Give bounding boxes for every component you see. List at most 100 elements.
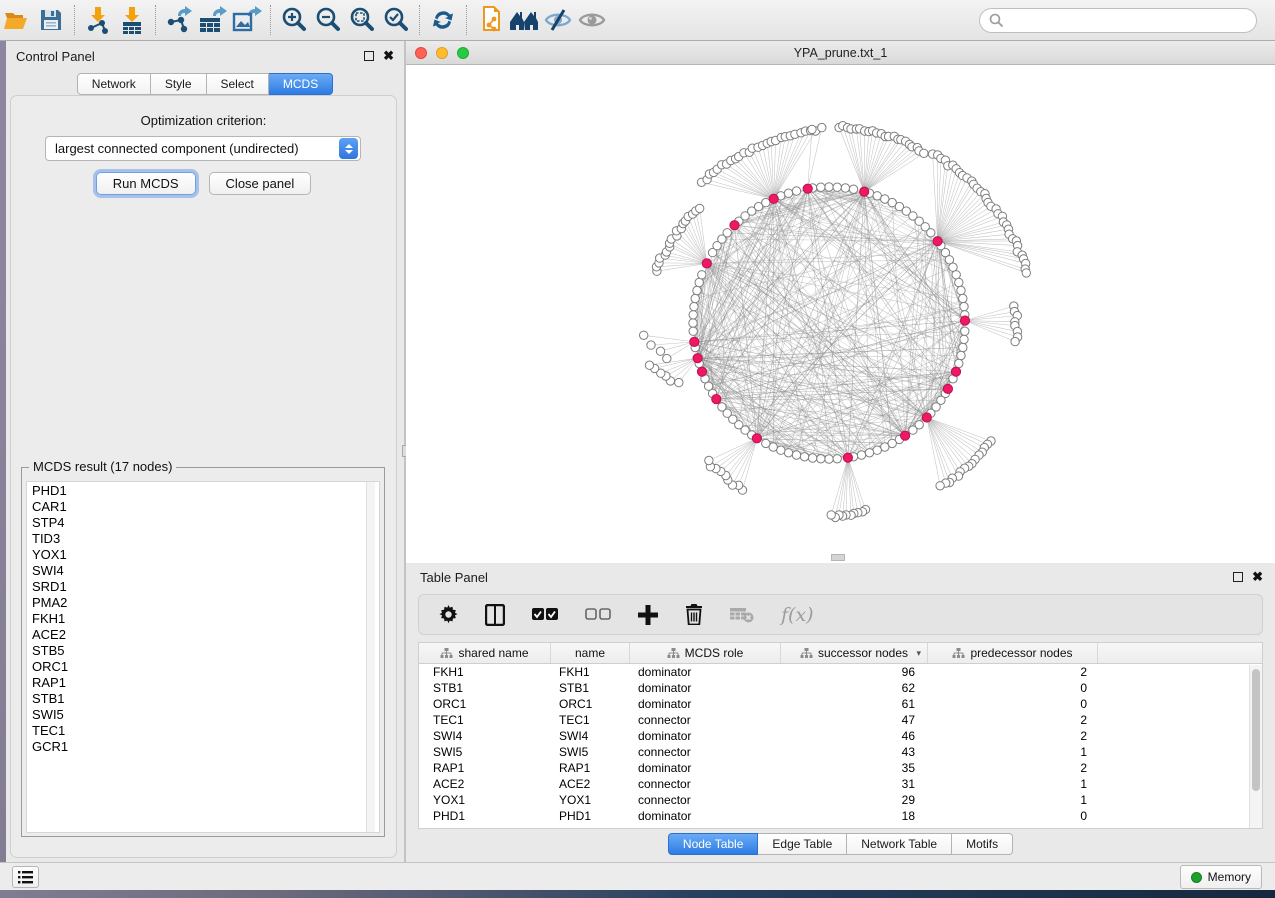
cell-shared-name[interactable]: FKH1	[419, 665, 551, 679]
cell-role[interactable]: connector	[630, 777, 781, 791]
table-row[interactable]: FKH1FKH1dominator962	[419, 664, 1262, 680]
criterion-select[interactable]: largest connected component (undirected)	[45, 136, 361, 161]
mcds-result-item[interactable]: STB1	[27, 690, 379, 706]
table-row[interactable]: TEC1TEC1connector472	[419, 712, 1262, 728]
mcds-result-item[interactable]: SWI4	[27, 562, 379, 578]
table-row[interactable]: YOX1YOX1connector291	[419, 792, 1262, 808]
sort-menu-chevron-icon[interactable]: ▾	[916, 648, 921, 659]
tab-mcds[interactable]: MCDS	[269, 73, 333, 95]
show-all-eye-icon[interactable]	[575, 5, 609, 35]
cell-shared-name[interactable]: RAP1	[419, 761, 551, 775]
cell-name[interactable]: STB1	[551, 681, 630, 695]
cell-shared-name[interactable]: ORC1	[419, 697, 551, 711]
cell-successors[interactable]: 43	[781, 745, 928, 759]
mcds-result-item[interactable]: TEC1	[27, 722, 379, 738]
cell-successors[interactable]: 61	[781, 697, 928, 711]
float-table-panel-icon[interactable]	[1233, 572, 1243, 582]
cell-name[interactable]: ORC1	[551, 697, 630, 711]
open-session-icon[interactable]	[0, 5, 34, 35]
export-table-icon[interactable]	[196, 5, 230, 35]
cell-role[interactable]: connector	[630, 713, 781, 727]
float-panel-icon[interactable]	[364, 51, 374, 61]
import-table-icon[interactable]	[115, 5, 149, 35]
column-header-predecessor-nodes[interactable]: predecessor nodes	[928, 643, 1098, 663]
cell-successors[interactable]: 18	[781, 809, 928, 823]
cell-predecessors[interactable]: 0	[928, 681, 1098, 695]
deselect-all-icon[interactable]	[585, 608, 611, 621]
mcds-result-item[interactable]: PMA2	[27, 594, 379, 610]
cell-successors[interactable]: 62	[781, 681, 928, 695]
close-panel-icon[interactable]: ✖	[383, 51, 394, 61]
table-row[interactable]: ACE2ACE2connector311	[419, 776, 1262, 792]
cell-role[interactable]: connector	[630, 745, 781, 759]
cell-name[interactable]: SWI4	[551, 729, 630, 743]
search-input[interactable]	[1009, 13, 1247, 27]
cell-role[interactable]: dominator	[630, 681, 781, 695]
mcds-result-item[interactable]: TID3	[27, 530, 379, 546]
cell-name[interactable]: YOX1	[551, 793, 630, 807]
mcds-list-scrollbar[interactable]	[366, 482, 375, 832]
mcds-result-item[interactable]: ACE2	[27, 626, 379, 642]
zoom-selected-icon[interactable]	[379, 5, 413, 35]
mcds-result-item[interactable]: PHD1	[27, 482, 379, 498]
tab-edge-table[interactable]: Edge Table	[758, 833, 847, 855]
cell-predecessors[interactable]: 2	[928, 665, 1098, 679]
cell-name[interactable]: FKH1	[551, 665, 630, 679]
close-table-panel-icon[interactable]: ✖	[1252, 572, 1263, 582]
cell-predecessors[interactable]: 0	[928, 809, 1098, 823]
hide-selected-eye-icon[interactable]	[541, 5, 575, 35]
mcds-result-item[interactable]: ORC1	[27, 658, 379, 674]
cell-shared-name[interactable]: PHD1	[419, 809, 551, 823]
cell-predecessors[interactable]: 1	[928, 745, 1098, 759]
memory-button[interactable]: Memory	[1180, 865, 1262, 889]
tab-node-table[interactable]: Node Table	[668, 833, 759, 855]
cell-successors[interactable]: 35	[781, 761, 928, 775]
tab-motifs[interactable]: Motifs	[952, 833, 1013, 855]
horizontal-splitter-grip[interactable]	[831, 554, 845, 561]
cell-successors[interactable]: 46	[781, 729, 928, 743]
select-all-icon[interactable]	[532, 608, 558, 621]
cell-role[interactable]: dominator	[630, 665, 781, 679]
cell-shared-name[interactable]: STB1	[419, 681, 551, 695]
column-header-successor-nodes[interactable]: successor nodes▾	[781, 643, 928, 663]
table-scrollbar[interactable]	[1249, 665, 1262, 828]
tab-network[interactable]: Network	[77, 73, 151, 95]
task-history-button[interactable]	[12, 866, 39, 888]
cell-role[interactable]: dominator	[630, 809, 781, 823]
cell-role[interactable]: connector	[630, 793, 781, 807]
cell-shared-name[interactable]: YOX1	[419, 793, 551, 807]
cell-predecessors[interactable]: 2	[928, 729, 1098, 743]
refresh-icon[interactable]	[426, 5, 460, 35]
zoom-out-icon[interactable]	[311, 5, 345, 35]
table-scrollbar-thumb[interactable]	[1252, 669, 1260, 791]
table-row[interactable]: STB1STB1dominator620	[419, 680, 1262, 696]
cell-successors[interactable]: 47	[781, 713, 928, 727]
mcds-result-item[interactable]: SWI5	[27, 706, 379, 722]
mcds-result-item[interactable]: RAP1	[27, 674, 379, 690]
cell-successors[interactable]: 96	[781, 665, 928, 679]
export-image-icon[interactable]	[230, 5, 264, 35]
cell-successors[interactable]: 31	[781, 777, 928, 791]
tab-style[interactable]: Style	[151, 73, 207, 95]
cell-name[interactable]: ACE2	[551, 777, 630, 791]
settings-gear-icon[interactable]	[439, 605, 458, 624]
table-row[interactable]: SWI4SWI4dominator462	[419, 728, 1262, 744]
column-header-name[interactable]: name	[551, 643, 630, 663]
cell-name[interactable]: PHD1	[551, 809, 630, 823]
cell-name[interactable]: SWI5	[551, 745, 630, 759]
network-canvas[interactable]	[406, 65, 1275, 563]
save-session-icon[interactable]	[34, 5, 68, 35]
table-row[interactable]: PHD1PHD1dominator180	[419, 808, 1262, 824]
clone-network-icon[interactable]	[473, 5, 507, 35]
mcds-result-item[interactable]: STB5	[27, 642, 379, 658]
cell-shared-name[interactable]: TEC1	[419, 713, 551, 727]
export-network-icon[interactable]	[162, 5, 196, 35]
cell-name[interactable]: RAP1	[551, 761, 630, 775]
run-mcds-button[interactable]: Run MCDS	[96, 172, 196, 195]
add-column-icon[interactable]	[638, 605, 658, 625]
network-window-titlebar[interactable]: YPA_prune.txt_1	[406, 41, 1275, 65]
split-view-icon[interactable]	[485, 604, 505, 626]
column-header-shared-name[interactable]: shared name	[419, 643, 551, 663]
cell-role[interactable]: dominator	[630, 761, 781, 775]
cell-predecessors[interactable]: 2	[928, 713, 1098, 727]
